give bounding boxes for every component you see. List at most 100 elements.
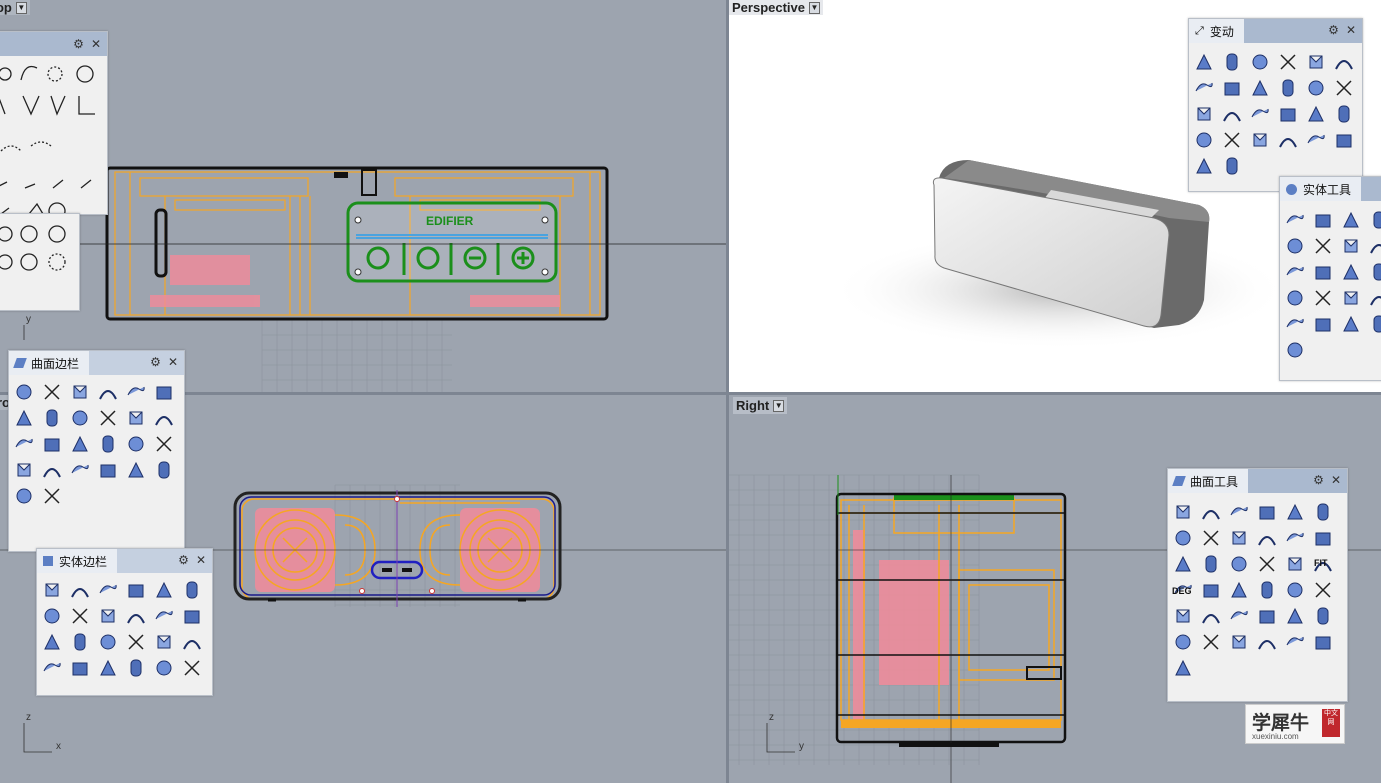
tool-icon[interactable] [1277,129,1299,151]
tool-icon[interactable] [1221,129,1243,151]
tool-icon[interactable] [1312,313,1334,335]
tool-icon[interactable] [1312,501,1334,523]
panel-surface-sidebar[interactable]: 曲面边栏 ⚙ ✕ [8,350,185,552]
tool-icon[interactable] [97,407,119,429]
tool-icon[interactable] [1305,129,1327,151]
tool-icon[interactable] [1256,605,1278,627]
tool-icon[interactable] [153,381,175,403]
tool-icon[interactable] [1284,501,1306,523]
tool-icon[interactable] [1284,235,1306,257]
tool-icon[interactable] [1284,339,1306,361]
tool-icon[interactable] [1312,605,1334,627]
tool-icon[interactable] [69,631,91,653]
viewport-menu-arrow-icon[interactable]: ▼ [773,399,785,412]
tool-icon[interactable] [1228,605,1250,627]
tool-icon[interactable] [1256,579,1278,601]
tool-icon[interactable] [1333,129,1355,151]
tool-icon[interactable] [1312,261,1334,283]
tool-icon[interactable] [1368,313,1381,335]
tool-icon[interactable] [41,485,63,507]
tool-icon[interactable] [1284,553,1306,575]
tool-icon[interactable] [41,631,63,653]
gear-icon[interactable]: ⚙ [1313,473,1324,487]
tool-icon[interactable] [1284,287,1306,309]
tool-icon[interactable] [1200,527,1222,549]
panel-surface-tools[interactable]: 曲面工具 ⚙ ✕ FIT DEG [1167,468,1348,702]
tool-icon[interactable] [13,485,35,507]
tool-icon[interactable] [125,459,147,481]
tool-icon[interactable] [1193,129,1215,151]
tool-icon[interactable] [13,381,35,403]
tool-icon[interactable] [1221,77,1243,99]
tool-icon[interactable] [69,605,91,627]
tool-icon[interactable] [1368,261,1381,283]
tool-icon[interactable] [125,631,147,653]
tool-icon[interactable] [1312,287,1334,309]
gear-icon[interactable]: ⚙ [150,355,161,369]
gear-icon[interactable]: ⚙ [178,553,189,567]
tool-icon[interactable] [1200,579,1222,601]
tool-icon[interactable] [1172,553,1194,575]
tool-icon[interactable] [1284,527,1306,549]
tool-icon[interactable] [69,459,91,481]
tool-icon[interactable] [1200,605,1222,627]
viewport-title[interactable]: Top ▼ [0,0,30,15]
tool-icon[interactable] [1368,209,1381,231]
tool-icon[interactable] [69,657,91,679]
viewport-menu-arrow-icon[interactable]: ▼ [15,1,27,14]
tool-icon[interactable] [1340,261,1362,283]
tool-icon[interactable] [181,657,203,679]
panel-curve-tools-truncated[interactable]: ⚙ ✕ [0,31,108,215]
tool-icon[interactable] [1249,129,1271,151]
tool-icon[interactable] [1249,77,1271,99]
tool-icon[interactable] [1193,155,1215,177]
tool-icon[interactable] [41,579,63,601]
tool-icon[interactable] [1172,631,1194,653]
tool-icon[interactable] [41,605,63,627]
tool-icon[interactable] [97,657,119,679]
tool-icon[interactable] [1305,51,1327,73]
tool-icon[interactable] [1312,527,1334,549]
tool-icon[interactable] [1284,209,1306,231]
tool-icon[interactable] [41,407,63,429]
tool-icon[interactable] [13,433,35,455]
tool-icon[interactable] [181,579,203,601]
tool-icon[interactable] [97,579,119,601]
tool-icon[interactable] [1284,605,1306,627]
tool-icon[interactable] [1284,579,1306,601]
panel-solid-tools[interactable]: 实体工具 [1279,176,1381,381]
tool-icon[interactable] [97,433,119,455]
tool-icon[interactable] [97,459,119,481]
tool-icon[interactable] [153,631,175,653]
close-icon[interactable]: ✕ [196,553,206,567]
tool-icon[interactable] [153,433,175,455]
tool-icon[interactable] [1284,631,1306,653]
tool-icon[interactable] [1333,77,1355,99]
tool-icon[interactable] [125,605,147,627]
tool-icon[interactable] [1172,527,1194,549]
viewport-title[interactable]: Perspective ▼ [729,0,823,15]
tool-icon[interactable] [153,579,175,601]
tool-icon[interactable] [97,631,119,653]
tool-icon[interactable] [125,579,147,601]
tool-icon[interactable] [1312,631,1334,653]
tool-icon[interactable] [181,631,203,653]
tool-icon[interactable] [97,381,119,403]
tool-icon[interactable] [1284,261,1306,283]
tool-icon[interactable] [97,605,119,627]
close-icon[interactable]: ✕ [1346,23,1356,37]
tool-icon[interactable] [1312,235,1334,257]
tool-icon[interactable] [1305,103,1327,125]
tool-icon[interactable] [1249,103,1271,125]
tool-icon[interactable] [1340,235,1362,257]
gear-icon[interactable]: ⚙ [73,37,84,51]
close-icon[interactable]: ✕ [91,37,101,51]
tool-icon[interactable] [153,407,175,429]
tool-icon[interactable] [1228,631,1250,653]
tool-icon[interactable] [1256,553,1278,575]
viewport-top[interactable]: Top ▼ EDIFIER [0,0,726,392]
tool-icon[interactable] [41,381,63,403]
tool-icon[interactable] [125,433,147,455]
close-icon[interactable]: ✕ [168,355,178,369]
tool-icon[interactable] [1172,501,1194,523]
